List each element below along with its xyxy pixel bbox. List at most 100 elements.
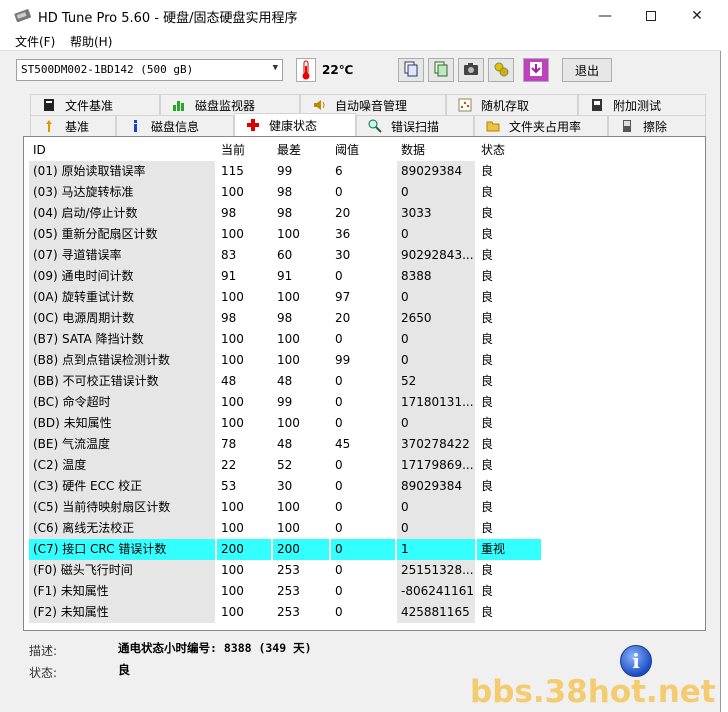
table-row[interactable]: (BE) 气流温度 78 48 45 370278422 良 — [29, 434, 549, 455]
threshold-value: 0 — [331, 539, 395, 560]
worst-value: 98 — [277, 185, 293, 199]
table-row[interactable]: (C2) 温度 22 52 0 17179869... 良 — [29, 455, 549, 476]
table-row[interactable]: (09) 通电时间计数 91 91 0 8388 良 — [29, 266, 549, 287]
table-row[interactable]: (B7) SATA 降挡计数 100 100 0 0 良 — [29, 329, 549, 350]
tab-extra-tests[interactable]: 附加测试 — [578, 94, 706, 115]
magnifier-icon — [367, 118, 383, 134]
raw-data: 3033 — [397, 203, 475, 224]
threshold-value: 97 — [335, 290, 351, 304]
threshold-value: 30 — [335, 248, 351, 262]
copy-all-button[interactable] — [428, 58, 454, 82]
header-threshold[interactable]: 阈值 — [331, 140, 359, 161]
close-icon: ✕ — [691, 7, 703, 24]
tab-label: 文件基准 — [65, 98, 114, 113]
current-value: 100 — [221, 500, 244, 514]
download-arrow-icon — [528, 61, 544, 80]
table-row[interactable]: (0C) 电源周期计数 98 98 20 2650 良 — [29, 308, 549, 329]
table-row[interactable]: (05) 重新分配扇区计数 100 100 36 0 良 — [29, 224, 549, 245]
status-value: 良 — [481, 416, 494, 430]
tab-benchmark[interactable]: 基准 — [30, 115, 116, 136]
copy-info-button[interactable] — [398, 58, 424, 82]
table-row[interactable]: (BC) 命令超时 100 99 0 17180131... 良 — [29, 392, 549, 413]
threshold-value: 0 — [335, 479, 343, 493]
camera-icon — [463, 62, 479, 79]
status-value: 良 — [481, 500, 494, 514]
save-button[interactable] — [523, 58, 549, 82]
close-button[interactable]: ✕ — [674, 0, 720, 31]
file-benchmark-icon — [41, 97, 57, 113]
table-row[interactable]: (C5) 当前待映射扇区计数 100 100 0 0 良 — [29, 497, 549, 518]
header-status[interactable]: 状态 — [477, 140, 505, 161]
attribute-name: (09) 通电时间计数 — [29, 266, 215, 287]
worst-value: 91 — [277, 269, 293, 283]
tab-folder-usage[interactable]: 文件夹占用率 — [474, 115, 608, 136]
raw-data: 425881165 — [397, 602, 475, 623]
tab-disk-monitor[interactable]: 磁盘监视器 — [160, 94, 300, 115]
status-value: 良 — [481, 290, 494, 304]
tab-random-access[interactable]: 随机存取 — [446, 94, 578, 115]
tab-error-scan[interactable]: 错误扫描 — [356, 115, 474, 136]
worst-value: 52 — [277, 458, 293, 472]
current-value: 100 — [221, 395, 244, 409]
table-row[interactable]: (BD) 未知属性 100 100 0 0 良 — [29, 413, 549, 434]
attribute-name: (04) 启动/停止计数 — [29, 203, 215, 224]
threshold-value: 6 — [335, 164, 343, 178]
header-worst[interactable]: 最差 — [273, 140, 301, 161]
status-value: 良 — [481, 395, 494, 409]
table-row[interactable]: (03) 马达旋转标准 100 98 0 0 良 — [29, 182, 549, 203]
minimize-button[interactable]: — — [582, 0, 628, 31]
tab-health[interactable]: 健康状态 — [234, 113, 356, 136]
header-id[interactable]: ID — [29, 140, 46, 161]
options-button[interactable] — [488, 58, 514, 82]
current-value: 91 — [221, 269, 237, 283]
table-row[interactable]: (B8) 点到点错误检测计数 100 100 99 0 良 — [29, 350, 549, 371]
worst-value: 48 — [277, 374, 293, 388]
worst-value: 98 — [277, 206, 293, 220]
tab-noise-management[interactable]: 自动噪音管理 — [300, 94, 446, 115]
table-row[interactable]: (0A) 旋转重试计数 100 100 97 0 良 — [29, 287, 549, 308]
header-data[interactable]: 数据 — [397, 140, 425, 161]
header-current[interactable]: 当前 — [217, 140, 245, 161]
status-value: 良 — [481, 185, 494, 199]
screenshot-button[interactable] — [458, 58, 484, 82]
worst-value: 253 — [277, 605, 300, 619]
current-value: 100 — [221, 605, 244, 619]
menu-file[interactable]: 文件(F) — [15, 33, 55, 50]
table-row[interactable]: (01) 原始读取错误率 115 99 6 89029384 良 — [29, 161, 549, 182]
menu-help[interactable]: 帮助(H) — [70, 33, 112, 50]
table-row[interactable]: (F1) 未知属性 100 253 0 -806241161 良 — [29, 581, 549, 602]
table-row[interactable]: (07) 寻道错误率 83 60 30 90292843... 良 — [29, 245, 549, 266]
smart-table-panel: ID 当前 最差 阈值 数据 状态 (01) 原始读取错误率 115 99 6 8902… — [23, 136, 706, 631]
drive-select[interactable]: ST500DM002-1BD142 (500 gB) ▼ — [16, 59, 283, 81]
table-row[interactable]: (F2) 未知属性 100 253 0 425881165 良 — [29, 602, 549, 623]
status-value: 良 — [481, 563, 494, 577]
raw-data: 89029384 — [397, 161, 475, 182]
worst-value: 100 — [277, 290, 300, 304]
attribute-name: (F1) 未知属性 — [29, 581, 215, 602]
table-row[interactable]: (C6) 离线无法校正 100 100 0 0 良 — [29, 518, 549, 539]
current-value: 100 — [221, 584, 244, 598]
info-button-icon[interactable]: i — [620, 645, 652, 677]
raw-data: 25151328... — [397, 560, 475, 581]
smart-attributes-table: ID 当前 最差 阈值 数据 状态 (01) 原始读取错误率 115 99 6 8902… — [29, 140, 549, 623]
tab-file-benchmark[interactable]: 文件基准 — [30, 94, 160, 115]
raw-data: 370278422 — [397, 434, 475, 455]
table-row[interactable]: (C3) 硬件 ECC 校正 53 30 0 89029384 良 — [29, 476, 549, 497]
threshold-value: 0 — [335, 563, 343, 577]
attribute-name: (01) 原始读取错误率 — [29, 161, 215, 182]
tab-label: 自动噪音管理 — [335, 98, 408, 113]
tab-disk-info[interactable]: 磁盘信息 — [116, 115, 234, 136]
table-row[interactable]: (BB) 不可校正错误计数 48 48 0 52 良 — [29, 371, 549, 392]
table-row[interactable]: (C7) 接口 CRC 错误计数 200 200 0 1 重视 — [29, 539, 549, 560]
copy-icon — [403, 61, 419, 80]
maximize-button[interactable] — [628, 0, 674, 31]
table-row[interactable]: (04) 启动/停止计数 98 98 20 3033 良 — [29, 203, 549, 224]
folder-icon — [485, 118, 501, 134]
worst-value: 30 — [277, 479, 293, 493]
worst-value: 100 — [277, 521, 300, 535]
table-row[interactable]: (F0) 磁头飞行时间 100 253 0 25151328... 良 — [29, 560, 549, 581]
status-value: 良 — [481, 206, 494, 220]
exit-button[interactable]: 退出 — [562, 58, 612, 82]
tab-erase[interactable]: 擦除 — [608, 115, 706, 136]
tab-label: 磁盘信息 — [151, 119, 200, 134]
